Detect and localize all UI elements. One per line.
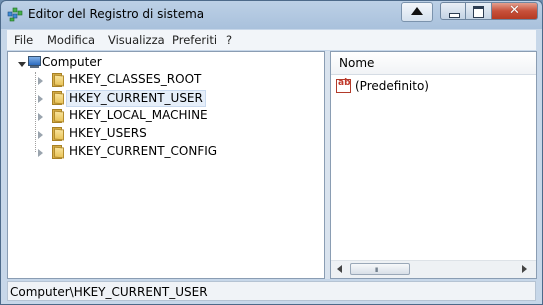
values-list-pane[interactable]: Nome ab (Predefinito) III (330, 51, 537, 279)
up-arrow-icon (411, 7, 423, 15)
string-value-icon: ab (336, 78, 351, 93)
close-button[interactable]: ✕ (492, 2, 538, 20)
minimize-icon (449, 13, 460, 18)
key-tree-pane[interactable]: Computer HKEY_CLASSES_ROOT HKEY_CURRENT_… (7, 51, 325, 279)
close-icon: ✕ (509, 3, 520, 18)
folder-icon (50, 91, 64, 105)
grip-icon: III (375, 267, 378, 274)
folder-icon (50, 145, 64, 159)
column-header-name[interactable]: Nome (331, 52, 536, 75)
computer-icon (26, 56, 41, 70)
expand-arrow-icon[interactable] (38, 77, 43, 85)
tree-node-label: HKEY_CURRENT_CONFIG (69, 144, 218, 158)
folder-icon (50, 73, 64, 87)
expand-collapse-icon[interactable] (18, 62, 26, 67)
tree-node-label: HKEY_USERS (69, 126, 147, 140)
expand-arrow-icon[interactable] (38, 149, 43, 157)
tree-guide-line (35, 72, 36, 152)
minimize-button[interactable] (440, 2, 466, 20)
maximize-icon (473, 6, 484, 18)
title-bar[interactable]: Editor del Registro di sistema ✕ (1, 1, 542, 29)
status-bar: Computer\HKEY_CURRENT_USER (7, 281, 536, 301)
tree-node-label: HKEY_CLASSES_ROOT (69, 72, 202, 86)
folder-icon (50, 127, 64, 141)
menu-visualizza[interactable]: Visualizza (108, 33, 165, 47)
tree-node-label: Computer (42, 55, 102, 69)
registry-editor-window: Editor del Registro di sistema ✕ File Mo… (0, 0, 543, 305)
menu-file[interactable]: File (14, 33, 33, 47)
horizontal-scrollbar[interactable]: III (331, 260, 536, 278)
tree-node-label: HKEY_LOCAL_MACHINE (69, 108, 208, 122)
maximize-button[interactable] (466, 2, 492, 20)
expand-arrow-icon[interactable] (38, 113, 43, 121)
registry-editor-app-icon (7, 7, 23, 22)
scroll-left-icon[interactable] (337, 265, 342, 273)
column-header-label: Nome (339, 56, 375, 70)
scroll-right-icon[interactable] (522, 265, 527, 273)
menu-bar: File Modifica Visualizza Preferiti ? (7, 30, 536, 50)
menu-modifica[interactable]: Modifica (47, 33, 95, 47)
scroll-up-button[interactable] (401, 2, 433, 22)
folder-icon (50, 109, 64, 123)
status-path: Computer\HKEY_CURRENT_USER (10, 285, 208, 299)
window-title: Editor del Registro di sistema (28, 7, 205, 21)
value-name: (Predefinito) (355, 79, 429, 93)
expand-arrow-icon[interactable] (38, 95, 43, 103)
menu-help[interactable]: ? (226, 33, 232, 47)
tree-node-label: HKEY_CURRENT_USER (66, 90, 206, 107)
menu-preferiti[interactable]: Preferiti (172, 33, 217, 47)
expand-arrow-icon[interactable] (38, 131, 43, 139)
scrollbar-thumb[interactable]: III (350, 263, 410, 275)
